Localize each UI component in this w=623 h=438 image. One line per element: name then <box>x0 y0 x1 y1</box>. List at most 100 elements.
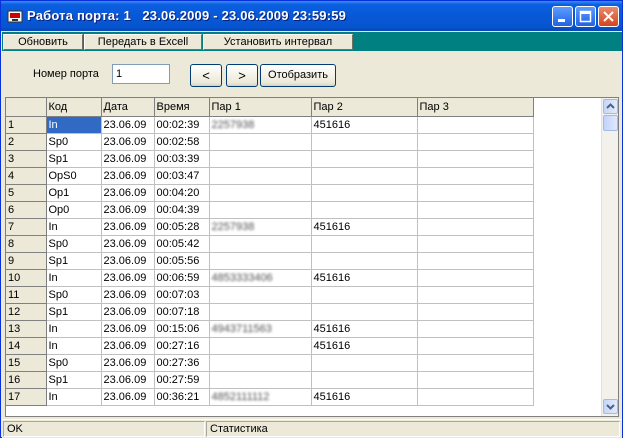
table-row[interactable]: 7 In 23.06.09 00:05:28 2257938 451616 <box>6 218 534 236</box>
table-row[interactable]: 11 Sp0 23.06.09 00:07:03 <box>6 286 534 304</box>
cell-p2[interactable]: 451616 <box>311 337 418 355</box>
cell-p3[interactable] <box>417 218 534 236</box>
cell-date[interactable]: 23.06.09 <box>101 269 155 287</box>
cell-p2[interactable] <box>311 184 418 202</box>
cell-p1[interactable] <box>209 337 312 355</box>
cell-p1[interactable] <box>209 167 312 185</box>
column-header[interactable]: Пар 1 <box>209 98 312 117</box>
export-excel-button[interactable]: Передать в Excell <box>84 34 202 50</box>
cell-p1[interactable] <box>209 252 312 270</box>
table-row[interactable]: 9 Sp1 23.06.09 00:05:56 <box>6 252 534 270</box>
cell-p2[interactable]: 451616 <box>311 388 418 406</box>
table-row[interactable]: 13 In 23.06.09 00:15:06 4943711563 451616 <box>6 320 534 338</box>
cell-p2[interactable] <box>311 235 418 253</box>
cell-time[interactable]: 00:07:18 <box>154 303 210 321</box>
cell-p1[interactable] <box>209 371 312 389</box>
table-row[interactable]: 3 Sp1 23.06.09 00:03:39 <box>6 150 534 168</box>
refresh-button[interactable]: Обновить <box>3 34 83 50</box>
cell-date[interactable]: 23.06.09 <box>101 354 155 372</box>
cell-p1[interactable]: 4853333406 <box>209 269 312 287</box>
cell-time[interactable]: 00:05:42 <box>154 235 210 253</box>
cell-p2[interactable]: 451616 <box>311 269 418 287</box>
cell-date[interactable]: 23.06.09 <box>101 218 155 236</box>
cell-p2[interactable] <box>311 252 418 270</box>
cell-time[interactable]: 00:03:39 <box>154 150 210 168</box>
table-row[interactable]: 14 In 23.06.09 00:27:16 451616 <box>6 337 534 355</box>
cell-code[interactable]: In <box>46 218 102 236</box>
prev-button[interactable]: < <box>190 64 222 87</box>
scroll-thumb[interactable] <box>603 115 618 131</box>
cell-p3[interactable] <box>417 116 534 134</box>
cell-date[interactable]: 23.06.09 <box>101 201 155 219</box>
maximize-button[interactable] <box>575 6 596 27</box>
cell-p3[interactable] <box>417 269 534 287</box>
column-header[interactable]: Дата <box>101 98 155 117</box>
cell-time[interactable]: 00:03:47 <box>154 167 210 185</box>
set-interval-button[interactable]: Установить интервал <box>203 34 353 50</box>
table-row[interactable]: 2 Sp0 23.06.09 00:02:58 <box>6 133 534 151</box>
cell-code[interactable]: Sp1 <box>46 150 102 168</box>
cell-p3[interactable] <box>417 167 534 185</box>
show-button[interactable]: Отобразить <box>260 64 336 87</box>
cell-p1[interactable] <box>209 235 312 253</box>
cell-date[interactable]: 23.06.09 <box>101 320 155 338</box>
cell-p2[interactable] <box>311 150 418 168</box>
cell-p3[interactable] <box>417 133 534 151</box>
scroll-up-button[interactable] <box>603 99 618 114</box>
cell-code[interactable]: In <box>46 320 102 338</box>
cell-code[interactable]: Sp1 <box>46 371 102 389</box>
cell-code[interactable]: Sp0 <box>46 286 102 304</box>
table-row[interactable]: 16 Sp1 23.06.09 00:27:59 <box>6 371 534 389</box>
cell-p3[interactable] <box>417 354 534 372</box>
cell-p1[interactable] <box>209 150 312 168</box>
cell-p2[interactable]: 451616 <box>311 218 418 236</box>
cell-p2[interactable] <box>311 303 418 321</box>
cell-p1[interactable]: 2257938 <box>209 218 312 236</box>
cell-date[interactable]: 23.06.09 <box>101 167 155 185</box>
table-row[interactable]: 6 Op0 23.06.09 00:04:39 <box>6 201 534 219</box>
cell-p1[interactable]: 4943711563 <box>209 320 312 338</box>
cell-p3[interactable] <box>417 235 534 253</box>
cell-code[interactable]: In <box>46 337 102 355</box>
table-row[interactable]: 12 Sp1 23.06.09 00:07:18 <box>6 303 534 321</box>
cell-p1[interactable]: 2257938 <box>209 116 312 134</box>
cell-date[interactable]: 23.06.09 <box>101 286 155 304</box>
table-row[interactable]: 8 Sp0 23.06.09 00:05:42 <box>6 235 534 253</box>
column-header[interactable]: Пар 3 <box>417 98 534 117</box>
cell-time[interactable]: 00:07:03 <box>154 286 210 304</box>
cell-code[interactable]: Sp0 <box>46 354 102 372</box>
cell-date[interactable]: 23.06.09 <box>101 303 155 321</box>
cell-date[interactable]: 23.06.09 <box>101 184 155 202</box>
table-row[interactable]: 15 Sp0 23.06.09 00:27:36 <box>6 354 534 372</box>
cell-code[interactable]: In <box>46 269 102 287</box>
cell-p2[interactable] <box>311 371 418 389</box>
cell-time[interactable]: 00:04:39 <box>154 201 210 219</box>
cell-time[interactable]: 00:36:21 <box>154 388 210 406</box>
cell-code[interactable]: Op0 <box>46 201 102 219</box>
cell-p1[interactable] <box>209 354 312 372</box>
column-header[interactable]: Время <box>154 98 210 117</box>
cell-p2[interactable] <box>311 167 418 185</box>
cell-time[interactable]: 00:02:58 <box>154 133 210 151</box>
cell-time[interactable]: 00:27:16 <box>154 337 210 355</box>
next-button[interactable]: > <box>226 64 258 87</box>
cell-p3[interactable] <box>417 150 534 168</box>
cell-p1[interactable] <box>209 201 312 219</box>
cell-time[interactable]: 00:27:59 <box>154 371 210 389</box>
cell-p3[interactable] <box>417 388 534 406</box>
table-row[interactable]: 1 In 23.06.09 00:02:39 2257938 451616 <box>6 116 534 134</box>
cell-p2[interactable] <box>311 133 418 151</box>
close-button[interactable] <box>598 6 619 27</box>
cell-time[interactable]: 00:15:06 <box>154 320 210 338</box>
cell-p3[interactable] <box>417 320 534 338</box>
table-row[interactable]: 17 In 23.06.09 00:36:21 4852111112 451616 <box>6 388 534 406</box>
cell-p3[interactable] <box>417 371 534 389</box>
table-row[interactable]: 5 Op1 23.06.09 00:04:20 <box>6 184 534 202</box>
title-bar[interactable]: Работа порта: 1 23.06.2009 - 23.06.2009 … <box>1 1 622 31</box>
cell-time[interactable]: 00:06:59 <box>154 269 210 287</box>
cell-code[interactable]: In <box>46 116 102 134</box>
column-header[interactable]: Пар 2 <box>311 98 418 117</box>
column-header[interactable]: Код <box>46 98 102 117</box>
cell-time[interactable]: 00:02:39 <box>154 116 210 134</box>
cell-code[interactable]: Sp0 <box>46 133 102 151</box>
